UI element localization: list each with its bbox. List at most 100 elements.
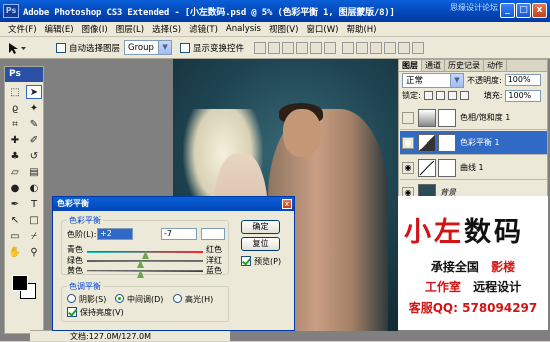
eye-icon[interactable]: ◉ [402,136,414,149]
menu-edit[interactable]: 编辑(E) [41,23,78,35]
blend-mode-dropdown[interactable]: 正常 ▼ [402,72,464,88]
distribute-left-icon[interactable] [384,41,397,54]
layer-name: 色相/饱和度 1 [460,113,511,122]
yellow-blue-slider[interactable] [87,270,203,272]
menu-layer[interactable]: 图层(L) [112,23,148,35]
menu-view[interactable]: 视图(V) [265,23,302,35]
tab-history[interactable]: 历史记录 [445,60,484,71]
tab-channels[interactable]: 通道 [422,60,445,71]
lock-label: 锁定: [402,91,421,100]
brand-red-text: 小左 [404,217,464,248]
eyedropper-tool-icon[interactable]: ⌿ [26,229,42,243]
shape-tool-icon[interactable]: □ [26,213,42,227]
menu-image[interactable]: 图像(I) [78,23,112,35]
eye-icon[interactable] [402,111,414,124]
distribute-middle-icon[interactable] [356,41,369,54]
pen-tool-icon[interactable]: ✒ [7,197,23,211]
layer-row[interactable]: ◉ 色彩平衡 1 [400,131,547,155]
distribute-right-icon[interactable] [412,41,425,54]
preview-checkbox[interactable] [241,256,251,266]
eye-icon[interactable]: ◉ [402,161,414,174]
layer-row[interactable]: 色相/饱和度 1 [400,106,547,130]
level-cyan-red-input[interactable]: +2 [97,228,133,240]
lasso-tool-icon[interactable]: ϱ [7,101,23,115]
menu-file[interactable]: 文件(F) [4,23,41,35]
history-brush-tool-icon[interactable]: ↺ [26,149,42,163]
notes-tool-icon[interactable]: ▭ [7,229,23,243]
move-tool-icon[interactable]: ➤ [26,85,42,99]
align-bottom-icon[interactable] [282,41,295,54]
layer-mask-thumbnail [438,133,456,152]
menu-window[interactable]: 窗口(W) [302,23,342,35]
auto-select-value: Group [128,42,154,53]
align-center-icon[interactable] [310,41,323,54]
tab-layers[interactable]: 图层 [399,60,422,71]
fill-input[interactable]: 100% [505,89,542,102]
shadows-radio[interactable] [67,294,76,303]
tool-preset-picker[interactable] [6,39,46,57]
tone-balance-legend: 色调平衡 [67,281,103,292]
layer-name: 色彩平衡 1 [460,138,500,147]
level-cyan-red-value: +2 [100,229,112,238]
menu-help[interactable]: 帮助(H) [342,23,380,35]
level-yellow-blue-input[interactable] [201,228,225,240]
distribute-top-icon[interactable] [342,41,355,54]
align-right-icon[interactable] [324,41,337,54]
distribute-center-icon[interactable] [398,41,411,54]
highlights-radio[interactable] [173,294,182,303]
hand-tool-icon[interactable]: ✋ [7,245,23,259]
reset-button[interactable]: 复位 [241,237,280,251]
align-middle-icon[interactable] [268,41,281,54]
opacity-input[interactable]: 100% [504,74,541,86]
gradient-tool-icon[interactable]: ▤ [26,165,42,179]
clone-stamp-tool-icon[interactable]: ♣ [7,149,23,163]
brand-logo: 小左数码 [404,210,524,249]
menu-analysis[interactable]: Analysis [222,24,265,34]
slice-tool-icon[interactable]: ✎ [26,117,42,131]
path-selection-tool-icon[interactable]: ↖ [7,213,23,227]
menu-filter[interactable]: 滤镜(T) [185,23,222,35]
tab-actions[interactable]: 动作 [484,60,507,71]
align-top-icon[interactable] [254,41,267,54]
align-left-icon[interactable] [296,41,309,54]
auto-select-checkbox[interactable] [56,42,66,53]
lock-all-icon[interactable] [459,91,469,100]
zoom-tool-icon[interactable]: ⚲ [26,245,42,259]
ad-contact: 客服QQ: 578094297 [408,301,538,315]
maximize-button[interactable]: □ [516,3,531,18]
distribute-bottom-icon[interactable] [370,41,383,54]
cyan-label: 青色 [67,245,83,254]
marquee-tool-icon[interactable]: ⬚ [7,85,23,99]
dodge-tool-icon[interactable]: ◐ [26,181,42,195]
auto-select-dropdown[interactable]: Group ▼ [124,40,173,55]
opacity-label: 不透明度: [467,75,502,85]
midtones-radio[interactable] [115,294,124,303]
show-transform-checkbox[interactable] [180,42,191,53]
lock-position-icon[interactable] [447,91,457,100]
lock-transparency-icon[interactable] [423,91,433,100]
healing-brush-tool-icon[interactable]: ✚ [7,133,23,147]
layer-row[interactable]: ◉ 曲线 1 [400,156,547,180]
lock-pixels-icon[interactable] [435,91,445,100]
menu-select[interactable]: 选择(S) [148,23,185,35]
move-tool-icon [9,42,26,54]
minimize-button[interactable]: _ [500,3,515,18]
close-button[interactable]: x [532,3,547,18]
brush-tool-icon[interactable]: ✐ [26,133,42,147]
foreground-color-swatch[interactable] [12,275,28,291]
magenta-green-slider[interactable] [87,260,203,262]
toolbox-badge: Ps [5,67,43,82]
eraser-tool-icon[interactable]: ▱ [7,165,23,179]
magic-wand-tool-icon[interactable]: ✦ [26,101,42,115]
type-tool-icon[interactable]: T [26,197,42,211]
adjustment-thumbnail-icon [418,133,436,152]
level-magenta-green-input[interactable]: -7 [161,228,197,240]
watermark-text: 思缘设计论坛 [450,3,498,12]
man-head-image [283,109,321,157]
blur-tool-icon[interactable]: ● [7,181,23,195]
crop-tool-icon[interactable]: ⌗ [7,117,23,131]
ok-button[interactable]: 确定 [241,220,280,234]
adjustment-thumbnail-icon [418,108,436,127]
preserve-luminosity-checkbox[interactable] [67,307,77,317]
close-icon[interactable]: x [282,199,292,209]
